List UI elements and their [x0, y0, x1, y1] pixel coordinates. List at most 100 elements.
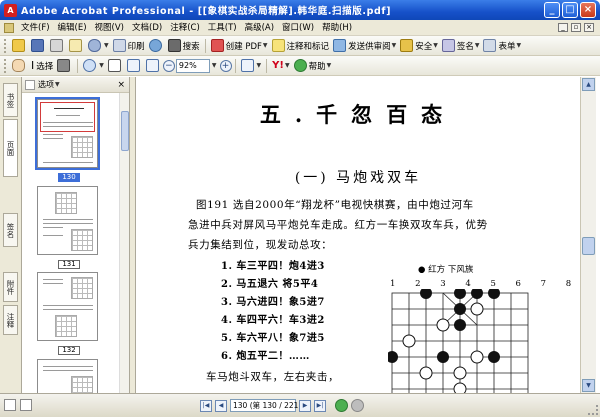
send-review-icon: [333, 39, 347, 52]
forms-button[interactable]: 表单 ▼: [481, 37, 523, 55]
email-icon: [69, 39, 82, 52]
zoom-out-button[interactable]: −: [162, 59, 175, 72]
zoom-dropdown[interactable]: ▼: [212, 62, 217, 69]
toolbar-grip[interactable]: [4, 58, 7, 73]
page-number-field[interactable]: 130 (第 130 / 221 页): [230, 399, 311, 412]
toolbar-grip[interactable]: [4, 38, 7, 53]
panel-close-button[interactable]: ×: [117, 80, 125, 90]
tab-comments[interactable]: 注释: [3, 305, 18, 335]
rotate-button[interactable]: ▼: [239, 57, 264, 75]
menu-bar: 文件(F) 编辑(E) 视图(V) 文档(D) 注释(C) 工具(T) 高级(A…: [0, 20, 600, 36]
menu-advanced[interactable]: 高级(A): [241, 20, 278, 36]
snapshot-button[interactable]: [55, 57, 74, 75]
menu-window[interactable]: 窗口(W): [278, 20, 318, 36]
menu-view[interactable]: 视图(V): [91, 20, 128, 36]
help-button[interactable]: 帮助 ▼: [292, 57, 334, 75]
page-thumbnail-132[interactable]: [37, 272, 98, 341]
zoom-in-button[interactable]: +: [219, 59, 232, 72]
sign-button[interactable]: 签名 ▼: [440, 37, 482, 55]
create-pdf-button[interactable]: 创建 PDF ▼: [209, 37, 270, 55]
menu-document[interactable]: 文档(D): [128, 20, 166, 36]
pages-panel-scroll-thumb[interactable]: [121, 111, 129, 151]
maximize-button[interactable]: □: [562, 2, 578, 18]
last-page-button[interactable]: ▶|: [314, 399, 326, 412]
send-review-button[interactable]: 发送供审阅 ▼: [331, 37, 398, 55]
lock-icon: [400, 39, 414, 52]
binoculars-icon: [167, 39, 181, 52]
organizer-button[interactable]: [147, 37, 166, 55]
resize-grip-icon[interactable]: [588, 405, 598, 415]
menu-help[interactable]: 帮助(H): [318, 20, 356, 36]
page-navigation: |◀ ◀ 130 (第 130 / 221 页) ▶ ▶|: [200, 399, 364, 412]
thumb-text-line: [54, 108, 84, 109]
page-layout-icon[interactable]: [20, 399, 32, 411]
thumb-board: [55, 315, 77, 337]
tab-attachments[interactable]: 附件: [3, 272, 18, 302]
options-menu[interactable]: 选项: [38, 79, 54, 90]
search-button[interactable]: 搜索: [166, 37, 202, 55]
select-tool-button[interactable]: I 选择: [29, 57, 55, 75]
form-icon: [483, 39, 497, 52]
document-scroll-thumb[interactable]: [582, 237, 595, 255]
doc-minimize-button[interactable]: _: [558, 23, 568, 32]
review-button[interactable]: 注释和标记: [270, 37, 332, 55]
status-bar: |◀ ◀ 130 (第 130 / 221 页) ▶ ▶|: [0, 393, 600, 417]
pages-panel-scrollbar[interactable]: [119, 93, 129, 393]
toolbar-separator: [234, 58, 236, 73]
menu-tools[interactable]: 工具(T): [204, 20, 241, 36]
doc-restore-button[interactable]: ▫: [571, 23, 581, 32]
menu-file[interactable]: 文件(F): [17, 20, 54, 36]
next-page-button[interactable]: ▶: [299, 399, 311, 412]
next-view-button[interactable]: [351, 399, 364, 412]
save-status-icon[interactable]: [4, 399, 16, 411]
menu-edit[interactable]: 编辑(E): [54, 20, 91, 36]
page-thumbnail-131[interactable]: [37, 186, 98, 255]
page-thumbnail-133[interactable]: [37, 359, 98, 393]
page-thumbnail-130[interactable]: [35, 97, 100, 170]
attach-button[interactable]: ▼: [86, 37, 111, 55]
doc-close-button[interactable]: ×: [584, 23, 594, 32]
document-view[interactable]: 五.千忽百态 (一) 马炮戏双车 图191 选自2000年“翔龙杯”电视快棋赛，…: [136, 77, 580, 393]
first-page-button[interactable]: |◀: [200, 399, 212, 412]
menu-comments[interactable]: 注释(C): [166, 20, 204, 36]
camera-icon: [57, 59, 71, 72]
scroll-up-arrow-icon[interactable]: ▲: [582, 78, 595, 91]
pages-panel: 选项 ▼ × 130 131 132: [22, 77, 130, 393]
tab-bookmarks[interactable]: 书签: [3, 83, 18, 117]
folder-open-icon: [12, 39, 25, 52]
tab-signatures[interactable]: 签名: [3, 213, 18, 247]
security-button[interactable]: 安全 ▼: [398, 37, 440, 55]
open-button[interactable]: [10, 37, 29, 55]
tab-pages[interactable]: 页面: [3, 119, 18, 177]
email-button[interactable]: [67, 37, 86, 55]
scroll-down-arrow-icon[interactable]: ▼: [582, 379, 595, 392]
thumb-text-line: [43, 227, 63, 228]
zoom-tool-button[interactable]: ▼: [81, 57, 106, 75]
create-pdf-label: 创建 PDF: [225, 41, 262, 52]
tasks-toolbar: I 选择 ▼ − 92% ▼ + ▼ Y! ▼ 帮助 ▼: [0, 56, 600, 76]
file-toolbar: ▼ 印刷 搜索 创建 PDF ▼ 注释和标记 发送供审阅 ▼ 安全 ▼ 签名 ▼ 表单 ▼: [0, 36, 600, 56]
zoom-level-field[interactable]: 92%: [175, 58, 210, 73]
review-label: 注释和标记: [286, 41, 330, 52]
panel-grip-icon[interactable]: [25, 79, 35, 90]
thumb-text-line: [43, 279, 63, 280]
thumb-text-line: [43, 283, 63, 284]
view-box[interactable]: [40, 102, 95, 132]
minimize-button[interactable]: _: [544, 2, 560, 18]
create-pdf-icon: [210, 39, 224, 52]
fit-page-button[interactable]: [125, 57, 144, 75]
save-button[interactable]: [29, 37, 48, 55]
document-scrollbar[interactable]: ▲ ▼: [580, 77, 596, 393]
fit-width-button[interactable]: [144, 57, 163, 75]
thumb-text-line: [43, 219, 93, 220]
print-setup-button[interactable]: 印刷: [111, 37, 147, 55]
close-button[interactable]: ×: [580, 2, 596, 18]
hand-tool-button[interactable]: [10, 57, 29, 75]
previous-page-button[interactable]: ◀: [215, 399, 227, 412]
previous-view-button[interactable]: [335, 399, 348, 412]
yahoo-button[interactable]: Y! ▼: [270, 57, 291, 75]
document-menu-icon[interactable]: [4, 22, 14, 33]
print-button[interactable]: [48, 37, 67, 55]
move-line: 6. 炮五平二！……: [221, 351, 310, 362]
actual-size-button[interactable]: [106, 57, 125, 75]
